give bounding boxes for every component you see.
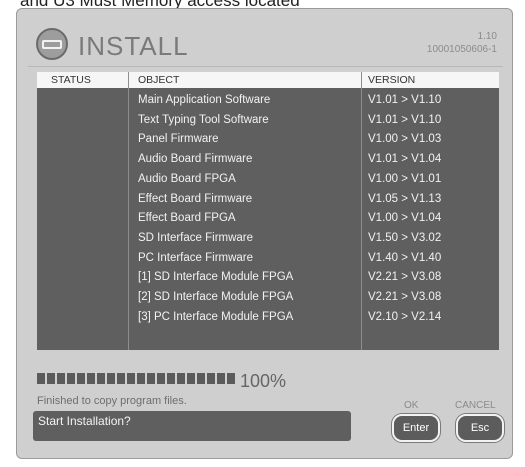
- row-object: Effect Board Firmware: [138, 192, 253, 205]
- row-object: [1] SD Interface Module FPGA: [138, 271, 294, 284]
- table-row: [2] SD Interface Module FPGA V2.21 > V3.0…: [37, 288, 499, 308]
- column-header-version: VERSION: [368, 74, 416, 86]
- row-version: V1.01 > V1.10: [368, 113, 442, 126]
- column-header-object: OBJECT: [138, 74, 180, 86]
- row-version: V1.01 > V1.10: [368, 94, 442, 106]
- table-row: Effect Board FPGA V1.00 > V1.04: [37, 209, 499, 229]
- row-version: V1.00 > V1.01: [368, 172, 442, 185]
- status-message: Finished to copy program files.: [37, 395, 187, 407]
- row-version: V2.21 > V3.08: [368, 271, 442, 284]
- progress-fill: [37, 373, 237, 384]
- table-row: SD Interface Firmware V1.50 > V3.02: [37, 229, 499, 249]
- row-object: Effect Board FPGA: [138, 212, 236, 225]
- row-object: PC Interface Firmware: [138, 251, 254, 264]
- progress-percent: 100%: [240, 371, 287, 391]
- progress-bar: [37, 373, 237, 384]
- card-slot-shape: [42, 39, 62, 49]
- esc-button[interactable]: Esc: [456, 414, 504, 442]
- row-version: V1.00 > V1.04: [368, 212, 442, 225]
- row-version: V1.05 > V1.13: [368, 192, 442, 205]
- enter-button[interactable]: Enter: [392, 414, 440, 442]
- table-row: Panel Firmware V1.00 > V1.03: [37, 130, 499, 150]
- prompt-text: Start Installation?: [38, 414, 131, 428]
- row-version: V1.00 > V1.03: [368, 133, 442, 146]
- title-divider: [28, 66, 503, 67]
- row-version: V1.50 > V3.02: [368, 231, 442, 244]
- row-object: Panel Firmware: [138, 133, 219, 146]
- background-caption-strip: and U3 Must Memory access located: [0, 0, 525, 8]
- table-row: Audio Board Firmware V1.01 > V1.04: [37, 150, 499, 170]
- cancel-caption: CANCEL: [455, 400, 496, 411]
- row-object: Audio Board Firmware: [138, 153, 253, 166]
- dialog-title: INSTALL: [78, 31, 189, 61]
- background-caption: and U3 Must Memory access located: [20, 0, 300, 8]
- build-number: 10001050606-1: [426, 44, 497, 55]
- row-version: V1.40 > V1.40: [368, 251, 442, 264]
- row-version: V1.01 > V1.04: [368, 153, 442, 166]
- row-object: Main Application Software: [138, 94, 271, 106]
- row-version: V2.10 > V2.14: [368, 310, 442, 323]
- table-row: [1] SD Interface Module FPGA V2.21 > V3.0…: [37, 268, 499, 288]
- column-header-status: STATUS: [51, 74, 91, 86]
- row-object: SD Interface Firmware: [138, 231, 254, 244]
- table-header: STATUS OBJECT VERSION: [37, 72, 499, 88]
- table-row: Main Application Software V1.01 > V1.10: [37, 91, 499, 111]
- table-row: [3] PC Interface Module FPGA V2.10 > V2.1…: [37, 308, 499, 328]
- table-row: Audio Board FPGA V1.00 > V1.01: [37, 170, 499, 190]
- row-object: [2] SD Interface Module FPGA: [138, 291, 294, 303]
- memory-card-icon: [36, 28, 68, 60]
- row-object: Audio Board FPGA: [138, 172, 236, 185]
- table-row: Effect Board Firmware V1.05 > V1.13: [37, 190, 499, 210]
- ok-caption: OK: [404, 400, 419, 411]
- row-object: [3] PC Interface Module FPGA: [138, 310, 294, 323]
- version-number: 1.10: [477, 31, 497, 42]
- row-version: V2.21 > V3.08: [368, 291, 442, 303]
- table-row: PC Interface Firmware V1.40 > V1.40: [37, 249, 499, 269]
- install-table: STATUS OBJECT VERSION Main Application S…: [37, 72, 499, 350]
- table-row: Text Typing Tool Software V1.01 > V1.10: [37, 111, 499, 131]
- version-info: 1.10 10001050606-1: [427, 30, 497, 56]
- row-object: Text Typing Tool Software: [138, 113, 269, 126]
